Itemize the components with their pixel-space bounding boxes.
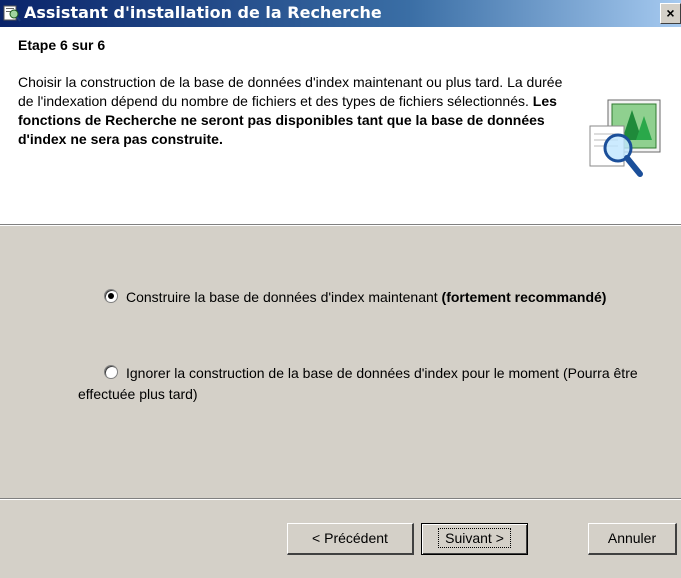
- window-title: Assistant d'installation de la Recherche: [24, 3, 382, 22]
- close-button[interactable]: ×: [660, 3, 681, 24]
- previous-button-label: < Précédent: [312, 530, 388, 546]
- document-magnifier-icon: [589, 99, 661, 177]
- next-button-label: Suivant >: [438, 528, 511, 548]
- next-button[interactable]: Suivant >: [421, 523, 528, 555]
- description-text: Choisir la construction de la base de do…: [18, 74, 563, 109]
- step-description: Choisir la construction de la base de do…: [18, 73, 578, 149]
- footer-separator: [0, 498, 681, 500]
- title-bar[interactable]: Assistant d'installation de la Recherche…: [0, 0, 681, 27]
- previous-button[interactable]: < Précédent: [287, 523, 414, 555]
- option-build-now[interactable]: Construire la base de données d'index ma…: [78, 287, 638, 308]
- radio-skip[interactable]: [104, 365, 118, 379]
- close-icon: ×: [666, 5, 675, 21]
- option-skip-label: Ignorer la construction de la base de do…: [78, 365, 638, 402]
- radio-build-now[interactable]: [104, 289, 118, 303]
- cancel-button[interactable]: Annuler: [588, 523, 677, 555]
- header-separator: [0, 224, 681, 226]
- cancel-button-label: Annuler: [607, 530, 657, 546]
- option-build-now-label: Construire la base de données d'index ma…: [126, 289, 442, 305]
- option-skip[interactable]: Ignorer la construction de la base de do…: [78, 363, 638, 405]
- search-wizard-icon: [3, 5, 21, 22]
- option-build-now-note: (fortement recommandé): [441, 289, 607, 305]
- step-title: Etape 6 sur 6: [18, 37, 106, 53]
